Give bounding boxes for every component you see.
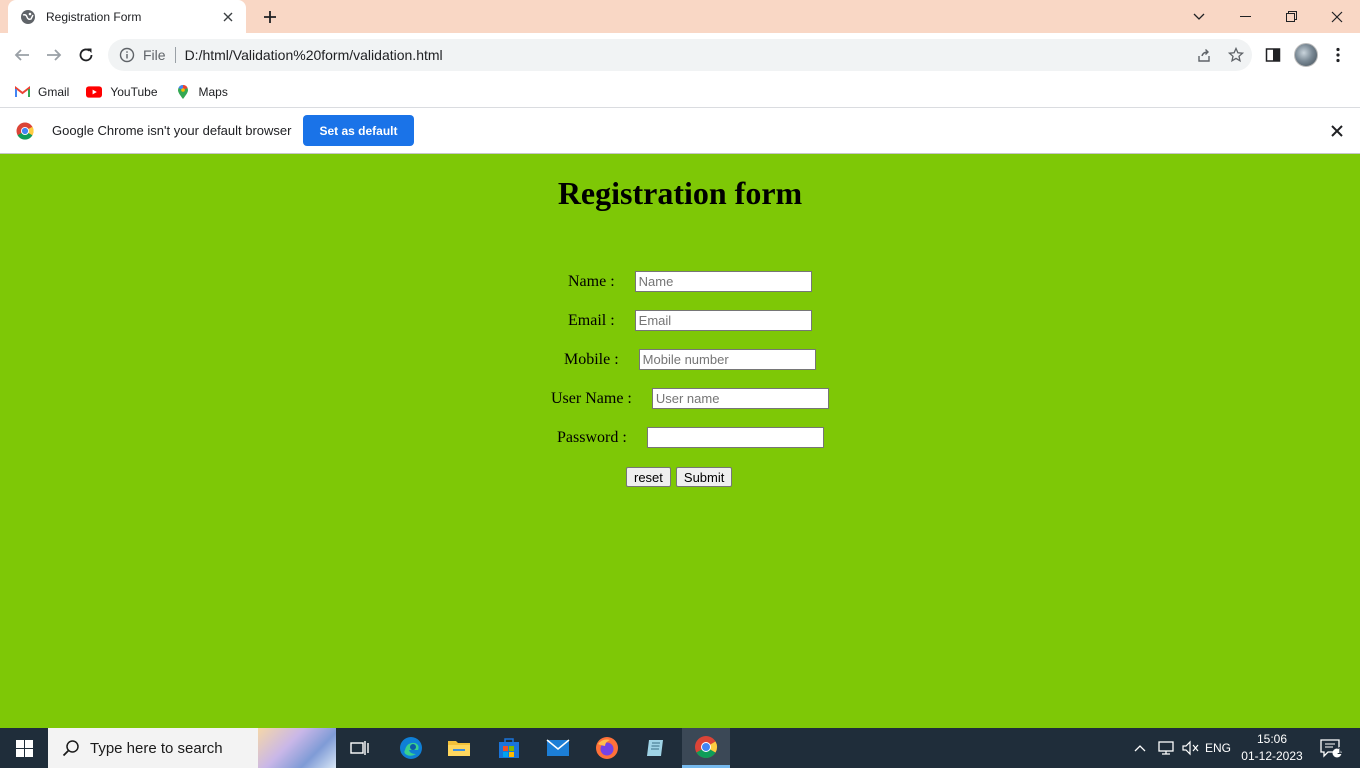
- forward-button[interactable]: [38, 39, 70, 71]
- address-bar[interactable]: File D:/html/Validation%20form/validatio…: [108, 39, 1252, 71]
- scheme-label: File: [143, 47, 166, 63]
- reset-button[interactable]: reset: [626, 467, 671, 487]
- username-input[interactable]: [651, 388, 829, 409]
- start-button[interactable]: [0, 728, 48, 768]
- search-highlight-image: [258, 728, 336, 768]
- menu-kebab-icon[interactable]: [1322, 39, 1354, 71]
- mobile-input[interactable]: [638, 349, 816, 370]
- title-bar: Registration Form: [0, 0, 1360, 33]
- bookmark-label: YouTube: [110, 85, 158, 99]
- profile-avatar[interactable]: [1290, 39, 1322, 71]
- name-row: Name :: [568, 271, 812, 292]
- bookmark-maps[interactable]: Maps: [175, 84, 228, 100]
- password-input[interactable]: [646, 427, 824, 448]
- mail-icon[interactable]: [534, 728, 582, 768]
- taskbar-search[interactable]: Type here to search: [48, 728, 336, 768]
- browser-tab[interactable]: Registration Form: [8, 0, 246, 33]
- side-panel-icon[interactable]: [1257, 39, 1289, 71]
- username-row: User Name :: [551, 388, 829, 409]
- email-label: Email :: [568, 311, 615, 329]
- url-text[interactable]: D:/html/Validation%20form/validation.htm…: [185, 47, 1188, 63]
- info-icon[interactable]: [118, 46, 136, 64]
- language-indicator[interactable]: ENG: [1203, 728, 1233, 768]
- email-row: Email :: [568, 310, 812, 331]
- form-actions: reset Submit: [626, 467, 737, 487]
- chevron-up-icon[interactable]: [1130, 728, 1150, 768]
- name-input[interactable]: [634, 271, 812, 292]
- share-icon[interactable]: [1188, 39, 1220, 71]
- password-row: Password :: [557, 427, 824, 448]
- bookmark-youtube[interactable]: YouTube: [86, 84, 158, 100]
- tab-title: Registration Form: [46, 9, 142, 24]
- chrome-logo-icon: [16, 122, 34, 140]
- divider: [174, 47, 176, 63]
- mobile-label: Mobile :: [564, 350, 619, 368]
- clock-date: 01-12-2023: [1241, 749, 1303, 763]
- avatar: [1294, 43, 1318, 67]
- close-tab-icon[interactable]: [220, 9, 236, 25]
- tab-search-icon[interactable]: [1176, 0, 1222, 33]
- close-icon[interactable]: [1328, 122, 1346, 140]
- new-tab-button[interactable]: [258, 6, 282, 28]
- clock[interactable]: 15:06 01-12-2023: [1236, 731, 1308, 765]
- password-label: Password :: [557, 428, 627, 446]
- youtube-icon: [86, 84, 103, 100]
- firefox-icon[interactable]: [583, 728, 631, 768]
- infobar-message: Google Chrome isn't your default browser: [52, 123, 292, 138]
- windows-logo-icon: [15, 739, 33, 757]
- task-view-icon[interactable]: [336, 728, 384, 768]
- network-icon[interactable]: [1155, 728, 1177, 768]
- windows-taskbar: Type here to search ENG 15:06 01-12-2023…: [0, 728, 1360, 768]
- chrome-taskbar-icon[interactable]: [682, 728, 730, 768]
- maps-icon: [175, 84, 191, 100]
- store-icon[interactable]: [485, 728, 533, 768]
- page-title: Registration form: [557, 175, 803, 211]
- browser-toolbar: File D:/html/Validation%20form/validatio…: [0, 33, 1360, 77]
- search-icon: [62, 740, 79, 757]
- restore-button[interactable]: [1268, 0, 1314, 33]
- bookmarks-bar: Gmail YouTube Maps: [0, 77, 1360, 108]
- close-window-button[interactable]: [1314, 0, 1360, 33]
- default-browser-infobar: Google Chrome isn't your default browser…: [0, 108, 1360, 154]
- globe-icon: [20, 9, 36, 25]
- file-explorer-icon[interactable]: [435, 728, 483, 768]
- mobile-row: Mobile :: [564, 349, 816, 370]
- gmail-icon: [14, 84, 30, 100]
- bookmark-gmail[interactable]: Gmail: [14, 84, 69, 100]
- bookmark-label: Maps: [198, 85, 228, 99]
- notepad-app-icon[interactable]: [632, 728, 680, 768]
- email-input[interactable]: [634, 310, 812, 331]
- registration-page: Registration form Name : Email : Mobile …: [0, 155, 1360, 728]
- username-label: User Name :: [551, 389, 632, 407]
- bookmark-star-icon[interactable]: [1220, 39, 1252, 71]
- notification-center-icon[interactable]: 1: [1316, 728, 1346, 768]
- bookmark-label: Gmail: [38, 85, 70, 99]
- notification-count-badge: 1: [1337, 746, 1343, 757]
- back-button[interactable]: [6, 39, 38, 71]
- search-placeholder: Type here to search: [90, 739, 223, 757]
- submit-button[interactable]: Submit: [675, 467, 733, 487]
- reload-button[interactable]: [70, 39, 102, 71]
- name-label: Name :: [568, 272, 615, 290]
- set-as-default-button[interactable]: Set as default: [303, 115, 414, 146]
- volume-muted-icon[interactable]: [1179, 728, 1201, 768]
- minimize-button[interactable]: [1222, 0, 1268, 33]
- edge-icon[interactable]: [387, 728, 435, 768]
- clock-time: 15:06: [1256, 732, 1288, 746]
